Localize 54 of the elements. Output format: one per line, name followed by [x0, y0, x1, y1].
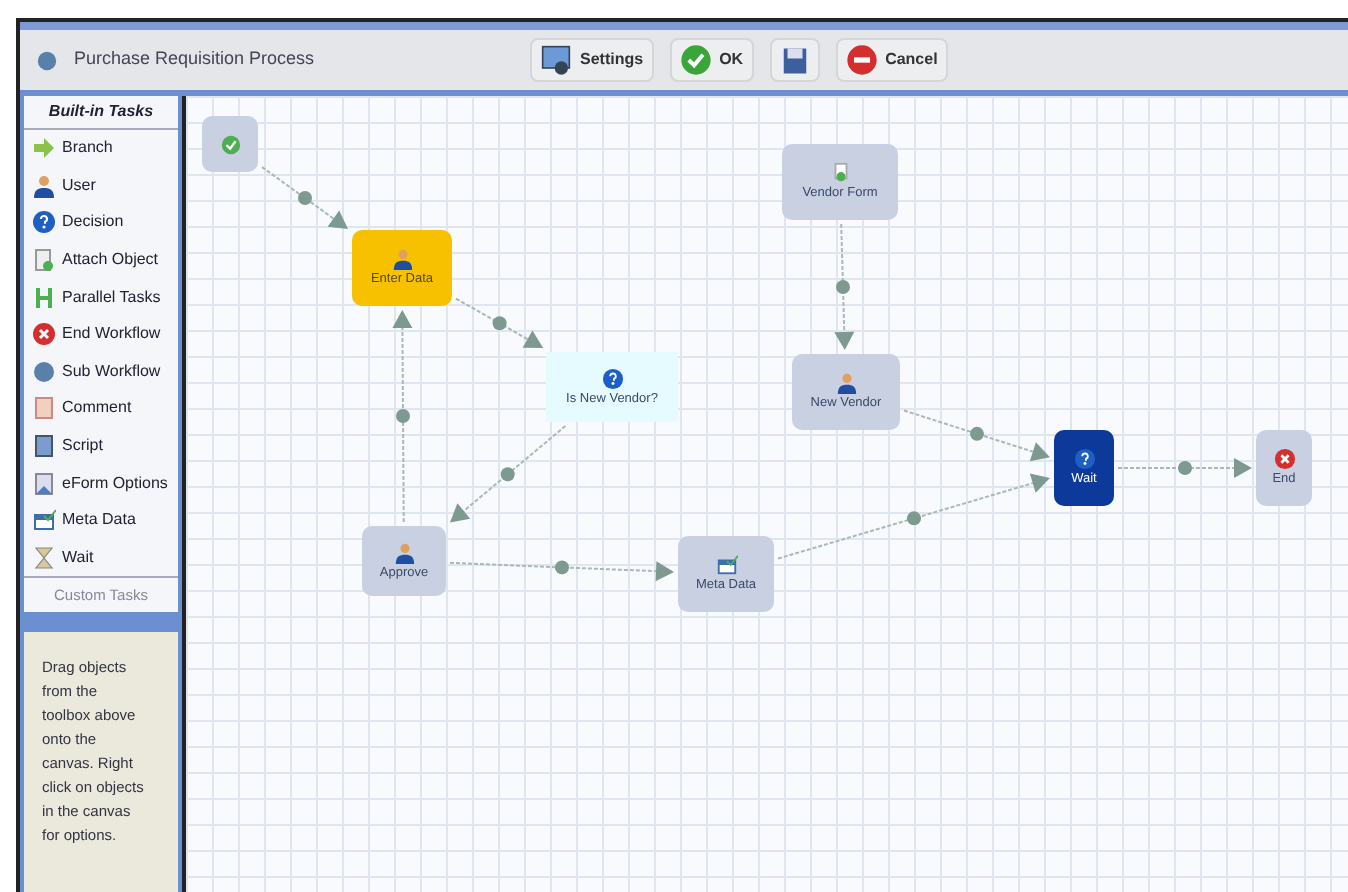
stop-icon — [1273, 448, 1295, 471]
toolbox-item[interactable]: Branch — [24, 130, 178, 168]
script-icon — [32, 434, 56, 459]
window-title: Purchase Requisition Process — [74, 46, 317, 73]
toolbox-item[interactable]: Wait — [24, 539, 178, 577]
table-icon — [32, 508, 56, 533]
stop-icon — [32, 322, 56, 347]
toolbox-item[interactable]: User — [24, 167, 178, 205]
hourglass-icon — [32, 545, 56, 570]
person-icon — [391, 248, 413, 271]
globe-icon — [32, 359, 56, 384]
toolbox-item[interactable]: eForm Options — [24, 464, 178, 502]
globe-icon — [36, 49, 58, 71]
connector-arrow[interactable] — [449, 560, 674, 582]
save-icon — [779, 45, 810, 75]
person-icon — [393, 541, 415, 564]
connector-arrow[interactable] — [450, 425, 567, 523]
cancel-icon — [845, 44, 878, 76]
cancel-button[interactable]: Cancel — [835, 38, 948, 82]
question-icon — [601, 367, 623, 390]
document-icon — [32, 248, 56, 273]
start-node[interactable] — [202, 116, 258, 172]
toolbox-item[interactable]: Parallel Tasks — [24, 278, 178, 316]
parallel-icon — [32, 285, 56, 310]
connector-arrow[interactable] — [392, 310, 413, 523]
question-icon — [1073, 448, 1095, 471]
person-icon — [835, 372, 857, 395]
connector-arrow[interactable] — [903, 409, 1050, 462]
toolbox-item[interactable]: Comment — [24, 390, 178, 428]
ok-button[interactable]: OK — [669, 38, 754, 82]
person-icon — [32, 173, 56, 198]
arrow-icon — [32, 136, 56, 161]
toolbox-item[interactable]: Meta Data — [24, 501, 178, 540]
question-icon — [32, 210, 56, 235]
note-icon — [32, 396, 56, 421]
connector-arrow[interactable] — [777, 473, 1050, 560]
save-button[interactable] — [769, 38, 820, 82]
toolbox-item[interactable]: Attach Object — [24, 241, 178, 279]
toolbox-item[interactable]: Decision — [24, 204, 178, 242]
connector-arrow[interactable] — [455, 297, 544, 348]
toolbox-header: Built-in Tasks — [24, 96, 178, 130]
connector-arrow[interactable] — [1117, 458, 1252, 478]
check-icon — [219, 133, 241, 155]
check-icon — [679, 44, 712, 76]
table-icon — [715, 554, 737, 577]
form-icon — [829, 162, 851, 185]
toolbox-item[interactable]: Script — [24, 427, 178, 465]
connector-arrow[interactable] — [261, 166, 348, 230]
toolbox-item[interactable]: End Workflow — [24, 315, 178, 354]
settings-icon — [540, 44, 572, 76]
connector-arrow[interactable] — [834, 223, 855, 350]
toolbox-item[interactable]: Sub Workflow — [24, 353, 178, 391]
form-icon — [32, 471, 56, 496]
settings-button[interactable]: Settings — [530, 38, 654, 82]
